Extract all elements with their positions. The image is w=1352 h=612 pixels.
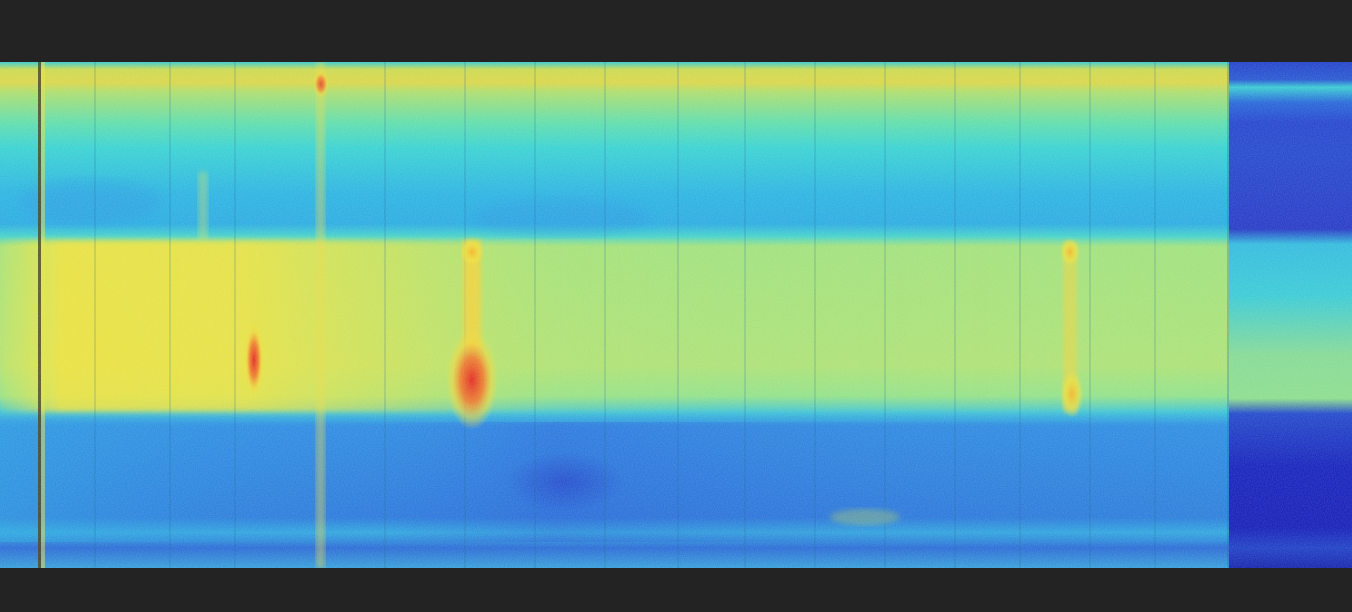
heatmap-viewer <box>0 0 1352 612</box>
noise-overlay <box>0 62 1352 568</box>
heatmap-image <box>0 62 1352 568</box>
